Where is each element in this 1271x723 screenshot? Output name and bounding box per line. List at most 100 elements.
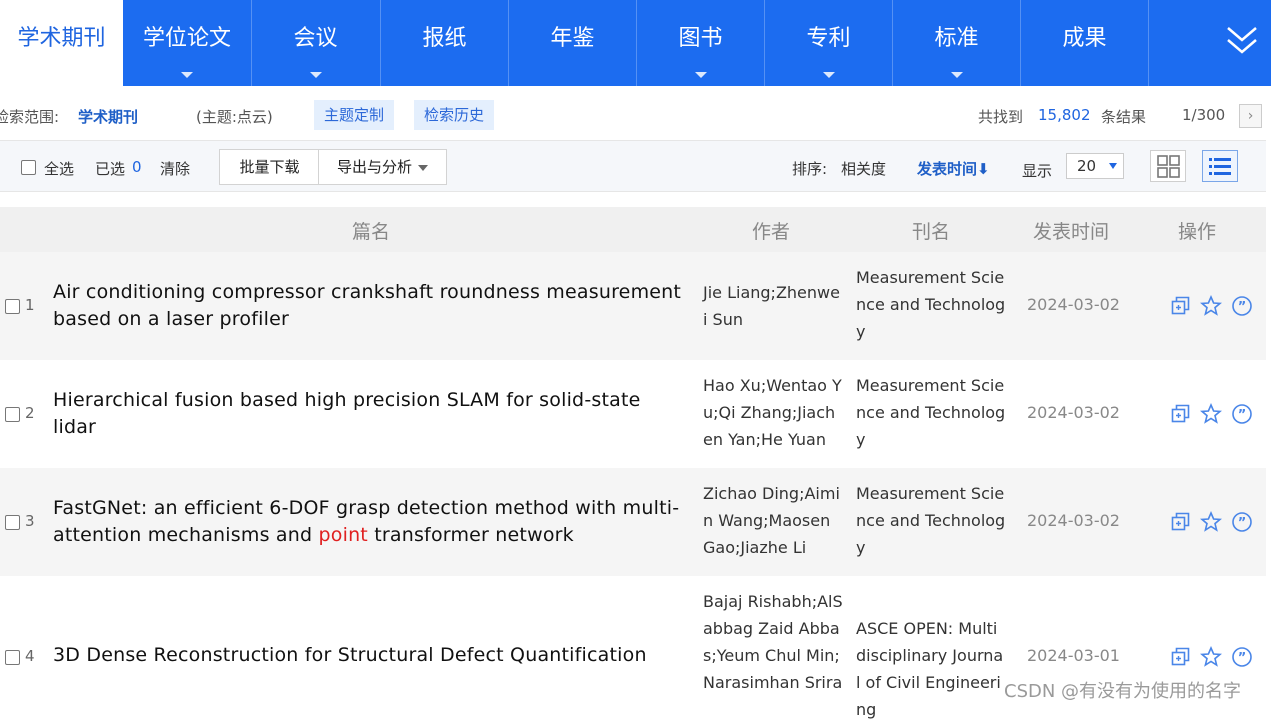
table-row: 2 Hierarchical fusion based high precisi… [0, 360, 1266, 468]
selected-count: 0 [132, 158, 142, 176]
grid-view-button[interactable] [1150, 150, 1186, 182]
row-checkbox[interactable] [5, 407, 20, 422]
article-title-link[interactable]: Air conditioning compressor crankshaft r… [53, 279, 689, 333]
tab-label: 学术期刊 [17, 26, 106, 51]
search-topic: (主题:点云) [196, 108, 273, 126]
csdn-watermark: CSDN @有没有为使用的名字 [1004, 681, 1242, 702]
tab-newspaper[interactable]: 报纸 [380, 0, 508, 86]
search-history-button[interactable]: 检索历史 [414, 100, 495, 130]
article-journal[interactable]: Measurement Science and Technology [856, 372, 1006, 453]
grid-view-icon [1157, 155, 1180, 178]
result-count: 15,802 [1038, 106, 1091, 124]
quote-icon[interactable]: ” [1231, 511, 1253, 533]
tab-journals[interactable]: 学术期刊 [0, 0, 123, 86]
tab-label: 会议 [293, 26, 338, 51]
header-ops: 操作 [1178, 221, 1217, 243]
button-label: 批量下载 [239, 158, 300, 176]
caret-down-icon [181, 72, 193, 78]
article-title-link[interactable]: FastGNet: an efficient 6-DOF grasp detec… [53, 495, 689, 549]
article-title-link[interactable]: 3D Dense Reconstruction for Structural D… [53, 642, 689, 669]
batch-download-button[interactable]: 批量下载 [219, 149, 320, 185]
row-actions: ” [1170, 646, 1254, 668]
quote-icon[interactable]: ” [1231, 403, 1253, 425]
tab-patents[interactable]: 专利 [764, 0, 892, 86]
title-text: 3D Dense Reconstruction for Structural D… [53, 644, 647, 666]
tab-label: 专利 [806, 26, 851, 51]
svg-text:”: ” [1238, 516, 1247, 531]
article-date: 2024-03-02 [1027, 403, 1120, 422]
header-title: 篇名 [352, 221, 391, 243]
per-page-select[interactable]: 20 [1066, 153, 1124, 179]
row-checkbox[interactable] [5, 299, 20, 314]
quote-icon[interactable]: ” [1231, 295, 1253, 317]
tab-achievements[interactable]: 成果 [1020, 0, 1148, 86]
top-nav: 学术期刊 学位论文 会议 报纸 年鉴 图书 专利 标准 成果 [0, 0, 1271, 86]
copy-icon[interactable] [1170, 511, 1192, 533]
found-unit: 条结果 [1101, 108, 1147, 126]
tab-theses[interactable]: 学位论文 [123, 0, 251, 86]
tab-label: 学位论文 [142, 26, 231, 51]
copy-icon[interactable] [1170, 403, 1192, 425]
row-actions: ” [1170, 403, 1254, 425]
article-journal[interactable]: Measurement Science and Technology [856, 480, 1006, 561]
svg-text:”: ” [1238, 408, 1247, 423]
sort-relevance[interactable]: 相关度 [841, 158, 886, 179]
header-author: 作者 [752, 221, 791, 243]
chevron-right-icon: › [1247, 108, 1254, 124]
list-view-button[interactable] [1202, 150, 1238, 182]
star-icon[interactable] [1200, 646, 1222, 668]
article-date: 2024-03-01 [1027, 646, 1120, 665]
quote-icon[interactable]: ” [1231, 646, 1253, 668]
table-row: 3 FastGNet: an efficient 6-DOF grasp det… [0, 468, 1266, 576]
star-icon[interactable] [1200, 511, 1222, 533]
search-scope-value: 学术期刊 [78, 108, 139, 126]
row-number: 3 [25, 512, 35, 530]
sort-label: 排序: [792, 160, 828, 178]
select-all-label[interactable]: 全选 [44, 158, 74, 179]
star-icon[interactable] [1200, 403, 1222, 425]
selected-label: 已选 [95, 160, 126, 178]
article-authors[interactable]: Zichao Ding;Aimin Wang;Maosen Gao;Jiazhe… [703, 480, 843, 561]
article-authors[interactable]: Hao Xu;Wentao Yu;Qi Zhang;Jiachen Yan;He… [703, 372, 843, 453]
row-actions: ” [1170, 295, 1254, 317]
title-text: transformer network [367, 524, 574, 546]
select-all-checkbox[interactable] [21, 160, 36, 175]
search-scope-label: 检索范围: [0, 108, 60, 126]
tab-standards[interactable]: 标准 [892, 0, 1020, 86]
sort-by-date[interactable]: 发表时间⬇ [917, 158, 990, 179]
article-title-link[interactable]: Hierarchical fusion based high precision… [53, 387, 689, 441]
double-chevron-down-icon[interactable] [1225, 22, 1259, 58]
clear-selection-link[interactable]: 清除 [160, 158, 190, 179]
article-authors[interactable]: Bajaj Rishabh;AlSabbag Zaid Abbas;Yeum C… [703, 588, 843, 708]
article-date: 2024-03-02 [1027, 511, 1120, 530]
copy-icon[interactable] [1170, 646, 1192, 668]
article-journal[interactable]: ASCE OPEN: Multidisciplinary Journal of … [856, 615, 1006, 723]
custom-topic-button[interactable]: 主题定制 [314, 100, 395, 130]
row-actions: ” [1170, 511, 1254, 533]
row-checkbox[interactable] [5, 650, 20, 665]
title-highlight: point [318, 524, 368, 546]
export-analysis-dropdown[interactable]: 导出与分析 [318, 149, 447, 185]
caret-down-icon [1109, 163, 1117, 169]
next-page-button[interactable]: › [1239, 104, 1262, 128]
row-checkbox[interactable] [5, 515, 20, 530]
row-number: 2 [25, 404, 35, 422]
tab-books[interactable]: 图书 [636, 0, 764, 86]
button-label: 导出与分析 [336, 158, 412, 176]
display-label: 显示 [1022, 162, 1053, 180]
svg-text:”: ” [1238, 300, 1247, 315]
header-journal: 刊名 [912, 221, 951, 243]
tab-label: 报纸 [422, 26, 467, 51]
tab-conference[interactable]: 会议 [251, 0, 379, 86]
star-icon[interactable] [1200, 295, 1222, 317]
copy-icon[interactable] [1170, 295, 1192, 317]
list-view-icon [1209, 158, 1231, 175]
tab-yearbook[interactable]: 年鉴 [508, 0, 636, 86]
svg-text:”: ” [1238, 651, 1247, 666]
per-page-value: 20 [1077, 157, 1097, 175]
row-number: 4 [25, 647, 35, 665]
search-info-row: 检索范围: 学术期刊 (主题:点云) 主题定制 检索历史 共找到 15,802 … [0, 96, 1271, 136]
caret-down-icon [822, 72, 835, 78]
article-journal[interactable]: Measurement Science and Technology [856, 264, 1006, 345]
article-authors[interactable]: Jie Liang;Zhenwei Sun [703, 279, 843, 333]
